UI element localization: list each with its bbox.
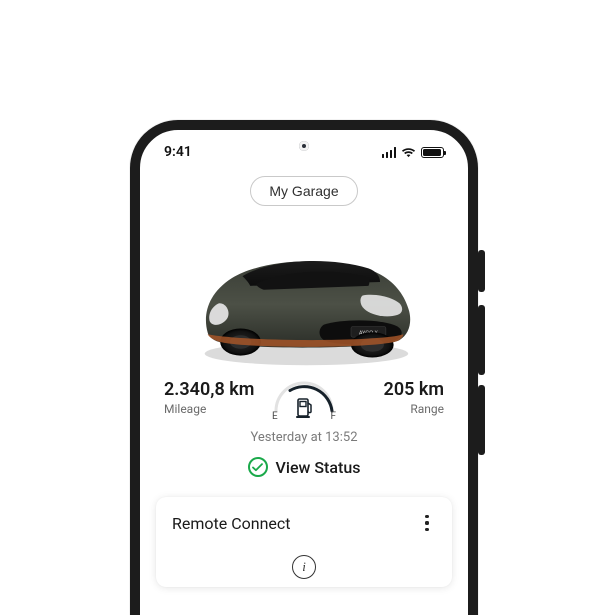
view-status-label: View Status [276, 458, 361, 477]
fuel-pump-icon [293, 396, 315, 420]
mileage-value: 2.340,8 km [164, 379, 259, 400]
fuel-gauge: E F [262, 379, 346, 420]
vehicle-image: AYGO X [177, 218, 432, 373]
side-button [478, 305, 485, 375]
range-metric: 205 km Range [349, 379, 444, 416]
my-garage-button[interactable]: My Garage [250, 176, 357, 206]
range-label: Range [349, 402, 444, 416]
view-status-button[interactable]: View Status [248, 457, 361, 477]
range-value: 205 km [349, 379, 444, 400]
status-bar: 9:41 [140, 140, 468, 164]
mileage-metric: 2.340,8 km Mileage [164, 379, 259, 416]
cellular-signal-icon [382, 147, 397, 158]
status-icons [382, 147, 445, 158]
phone-frame: 9:41 My Garage [130, 120, 478, 615]
fuel-full-label: F [330, 411, 336, 422]
mileage-label: Mileage [164, 402, 259, 416]
info-icon[interactable]: i [292, 555, 316, 579]
wifi-icon [401, 147, 416, 158]
last-updated: Yesterday at 13:52 [250, 430, 357, 445]
more-options-button[interactable] [418, 511, 436, 535]
remote-connect-card: Remote Connect i [156, 497, 452, 587]
remote-connect-title: Remote Connect [172, 514, 291, 533]
fuel-empty-label: E [272, 411, 278, 422]
side-button [478, 250, 485, 292]
clock: 9:41 [164, 144, 192, 160]
side-button [478, 385, 485, 455]
battery-icon [421, 147, 444, 158]
check-circle-icon [248, 457, 268, 477]
metrics-row: 2.340,8 km Mileage E F [156, 379, 452, 420]
